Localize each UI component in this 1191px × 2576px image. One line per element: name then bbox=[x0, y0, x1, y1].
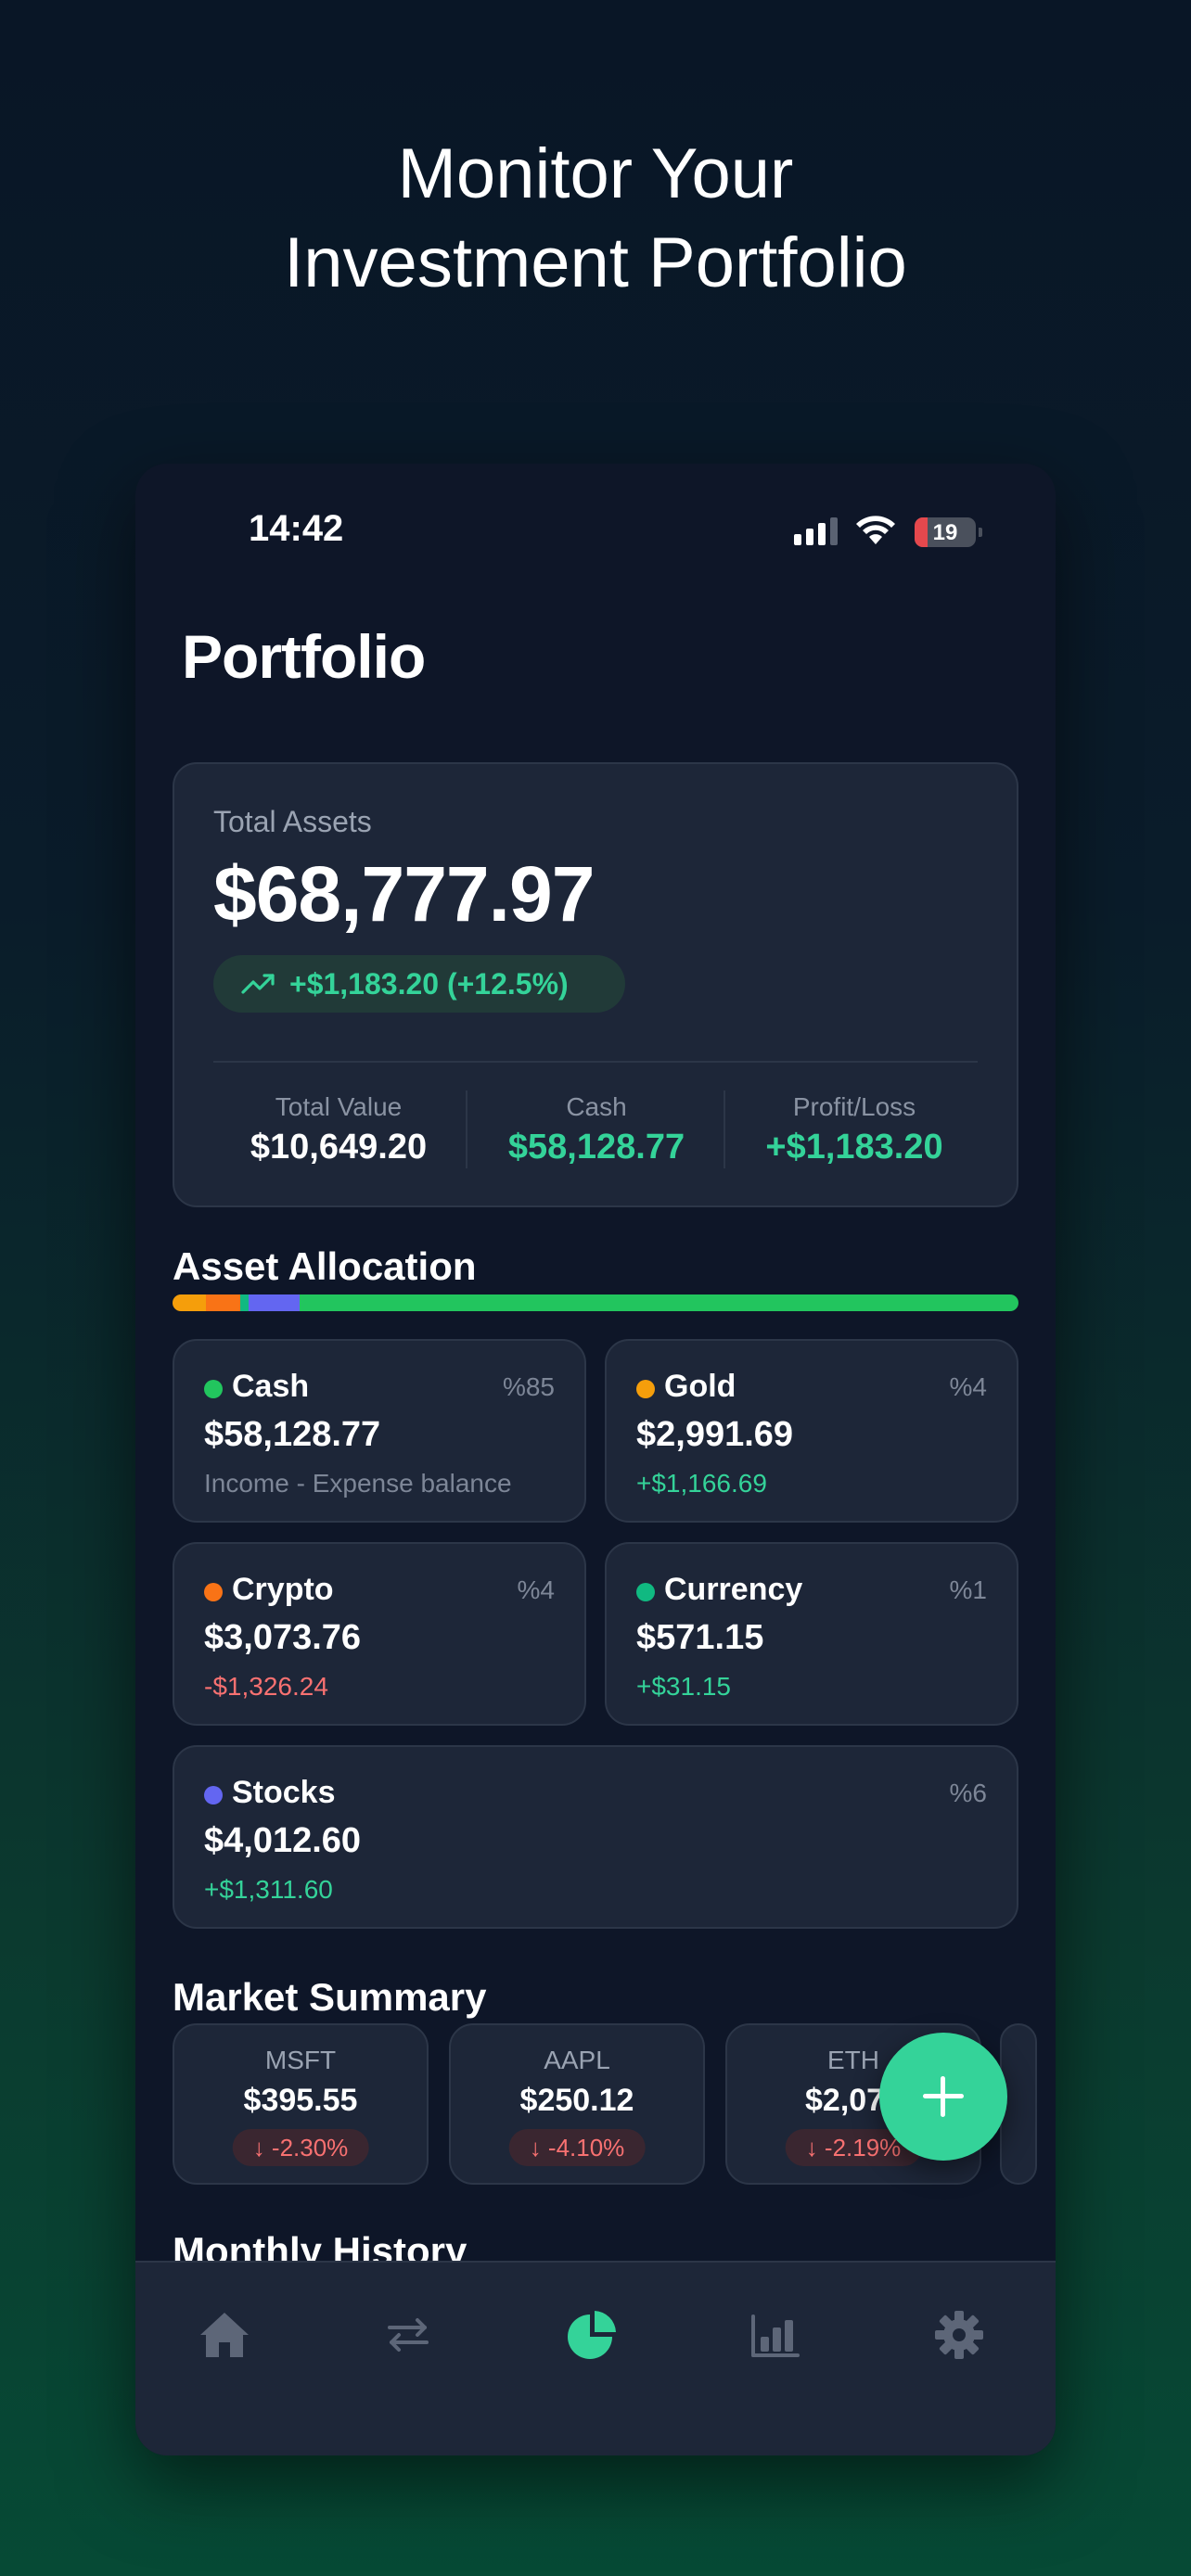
asset-name: Currency bbox=[664, 1572, 803, 1607]
stat-label: Cash bbox=[566, 1092, 627, 1121]
asset-amount: $571.15 bbox=[636, 1618, 764, 1657]
trending-up-icon bbox=[241, 974, 275, 994]
battery-level: 19 bbox=[932, 520, 958, 545]
asset-gain: +$1,311.60 bbox=[204, 1875, 333, 1904]
asset-percent: %4 bbox=[949, 1372, 987, 1401]
ticker-change-badge: ↓ -2.30% bbox=[232, 2129, 369, 2166]
asset-card-crypto[interactable]: Crypto %4 $3,073.76 -$1,326.24 bbox=[173, 1542, 586, 1726]
asset-loss: -$1,326.24 bbox=[204, 1672, 328, 1701]
asset-percent: %85 bbox=[502, 1372, 555, 1401]
asset-amount: $2,991.69 bbox=[636, 1415, 794, 1454]
total-change-badge: +$1,183.20 (+12.5%) bbox=[213, 955, 625, 1013]
ticker-price: $395.55 bbox=[243, 2083, 358, 2118]
promo-headline: Monitor Your Investment Portfolio bbox=[0, 130, 1191, 308]
ticker-price: $250.12 bbox=[519, 2083, 634, 2118]
stat-profit-loss: Profit/Loss +$1,183.20 bbox=[729, 1092, 980, 1167]
battery-tip bbox=[979, 528, 982, 537]
headline-line-1: Monitor Your bbox=[397, 134, 794, 213]
phone-screen: 14:42 19 Portfolio Total Assets $68,777.… bbox=[135, 464, 1056, 2455]
tab-reports[interactable] bbox=[738, 2298, 813, 2372]
asset-name: Cash bbox=[232, 1369, 310, 1404]
asset-percent: %1 bbox=[949, 1575, 987, 1604]
ticker-symbol: MSFT bbox=[264, 2046, 337, 2074]
pie-chart-icon bbox=[568, 2311, 616, 2359]
wifi-icon bbox=[856, 516, 895, 544]
asset-amount: $3,073.76 bbox=[204, 1618, 362, 1657]
asset-percent: %6 bbox=[949, 1779, 987, 1807]
tab-portfolio[interactable] bbox=[555, 2298, 629, 2372]
page-title: Portfolio bbox=[182, 622, 426, 691]
stat-separator bbox=[724, 1090, 725, 1168]
signal-icon bbox=[794, 517, 838, 545]
asset-gain: +$31.15 bbox=[636, 1672, 731, 1701]
asset-allocation-title: Asset Allocation bbox=[173, 1244, 477, 1288]
stat-total-value: Total Value $10,649.20 bbox=[213, 1092, 464, 1167]
stat-label: Total Value bbox=[275, 1092, 403, 1121]
market-card-msft[interactable]: MSFT $395.55 ↓ -2.30% bbox=[173, 2023, 429, 2185]
tab-home[interactable] bbox=[187, 2298, 262, 2372]
asset-card-cash[interactable]: Cash %85 $58,128.77 Income - Expense bal… bbox=[173, 1339, 586, 1523]
stat-cash: Cash $58,128.77 bbox=[471, 1092, 722, 1167]
headline-line-2: Investment Portfolio bbox=[284, 223, 907, 302]
status-time: 14:42 bbox=[249, 508, 344, 549]
asset-card-gold[interactable]: Gold %4 $2,991.69 +$1,166.69 bbox=[605, 1339, 1018, 1523]
asset-color-dot bbox=[204, 1786, 223, 1804]
card-divider bbox=[213, 1061, 978, 1063]
asset-name: Crypto bbox=[232, 1572, 334, 1607]
total-change-text: +$1,183.20 (+12.5%) bbox=[289, 966, 569, 1001]
asset-subtext: Income - Expense balance bbox=[204, 1469, 512, 1498]
allocation-segment-gold bbox=[173, 1294, 207, 1311]
market-card-aapl[interactable]: AAPL $250.12 ↓ -4.10% bbox=[449, 2023, 705, 2185]
asset-card-stocks[interactable]: Stocks %6 $4,012.60 +$1,311.60 bbox=[173, 1745, 1018, 1929]
stat-separator bbox=[466, 1090, 467, 1168]
asset-color-dot bbox=[636, 1583, 655, 1601]
allocation-segment-cash bbox=[299, 1294, 1018, 1311]
total-assets-label: Total Assets bbox=[213, 805, 372, 838]
stat-value: $58,128.77 bbox=[507, 1128, 685, 1167]
asset-percent: %4 bbox=[517, 1575, 555, 1604]
asset-color-dot bbox=[204, 1583, 223, 1601]
asset-amount: $4,012.60 bbox=[204, 1821, 362, 1860]
ticker-symbol: AAPL bbox=[544, 2046, 610, 2074]
asset-color-dot bbox=[636, 1380, 655, 1398]
asset-color-dot bbox=[204, 1380, 223, 1398]
asset-amount: $58,128.77 bbox=[204, 1415, 381, 1454]
stat-value: +$1,183.20 bbox=[765, 1128, 943, 1167]
asset-card-currency[interactable]: Currency %1 $571.15 +$31.15 bbox=[605, 1542, 1018, 1726]
market-summary-title: Market Summary bbox=[173, 1975, 487, 2019]
tab-bar bbox=[135, 2261, 1056, 2455]
asset-name: Stocks bbox=[232, 1775, 336, 1810]
ticker-change-badge: ↓ -4.10% bbox=[508, 2129, 646, 2166]
total-assets-card[interactable]: Total Assets $68,777.97 +$1,183.20 (+12.… bbox=[173, 762, 1018, 1207]
battery-icon: 19 bbox=[915, 517, 976, 547]
asset-name: Gold bbox=[664, 1369, 736, 1404]
add-button[interactable] bbox=[879, 2033, 1007, 2161]
tab-transactions[interactable] bbox=[371, 2298, 445, 2372]
allocation-segment-currency bbox=[239, 1294, 250, 1311]
tab-settings[interactable] bbox=[922, 2298, 996, 2372]
stat-label: Profit/Loss bbox=[792, 1092, 916, 1121]
allocation-segment-crypto bbox=[206, 1294, 240, 1311]
allocation-segment-stocks bbox=[249, 1294, 300, 1311]
asset-gain: +$1,166.69 bbox=[636, 1469, 767, 1498]
total-assets-value: $68,777.97 bbox=[213, 850, 595, 937]
stat-value: $10,649.20 bbox=[250, 1128, 428, 1167]
transfer-arrows-icon bbox=[388, 2318, 429, 2352]
gear-icon bbox=[935, 2311, 983, 2359]
home-icon bbox=[200, 2313, 249, 2357]
allocation-bar bbox=[173, 1294, 1018, 1311]
bar-chart-icon bbox=[751, 2315, 800, 2357]
